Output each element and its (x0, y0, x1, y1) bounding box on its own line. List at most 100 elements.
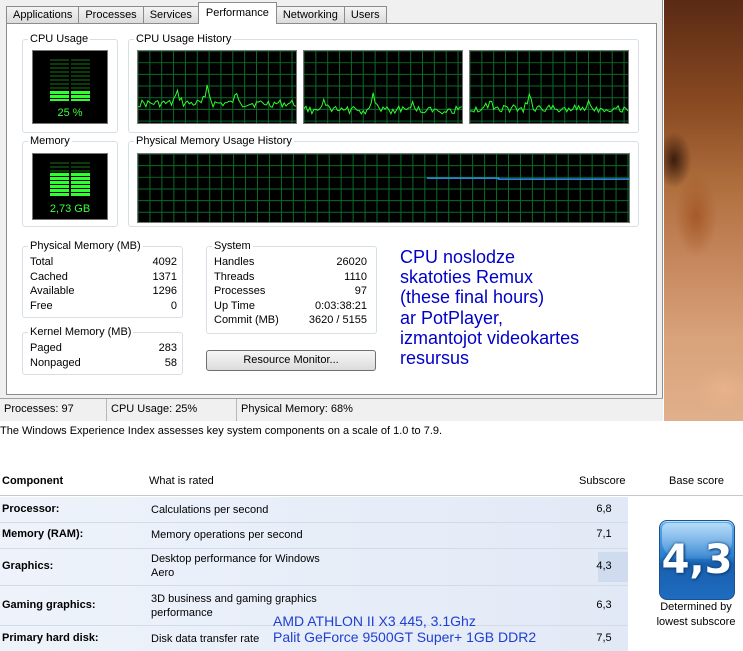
annotation-line: skatoties Remux (400, 267, 534, 288)
memory-history-title: Physical Memory Usage History (134, 135, 294, 148)
row-label: Up Time (214, 299, 255, 312)
component-name: Memory (RAM): (2, 528, 84, 540)
row-label: Total (30, 256, 54, 268)
hardware-gpu-line: Palit GeForce 9500GT Super+ 1GB DDR2 (273, 629, 537, 645)
tab-performance[interactable]: Performance (197, 2, 277, 24)
row-label: Paged (30, 342, 62, 354)
subscore-value: 7,5 (596, 632, 612, 644)
cpu-usage-group: CPU Usage 25 % (22, 33, 118, 133)
annotation-line: (these final hours) (400, 287, 545, 308)
physical-memory-row: Free 0 (30, 299, 177, 314)
rated-description: Desktop performance for Windows Aero (151, 552, 320, 580)
status-bar: Processes: 97 CPU Usage: 25% Physical Me… (0, 398, 663, 421)
base-score-note: Determined by lowest subscore (648, 600, 743, 630)
annotation-text: CPU noslodze skatoties Remux (these fina… (400, 247, 650, 368)
memory-group: Memory 2,73 GB (22, 135, 118, 227)
cpu-usage-meter: 25 % (32, 50, 108, 124)
row-value: 1371 (152, 270, 177, 283)
annotation-line: CPU noslodze (400, 247, 516, 267)
system-row: Up Time 0:03:38:21 (214, 299, 367, 314)
row-label: Free (30, 299, 53, 312)
memory-bars (50, 160, 90, 197)
physical-memory-row: Total 4092 (30, 255, 177, 270)
system-row: Threads 1110 (214, 270, 367, 285)
cpu-history-graph-core-2 (303, 50, 463, 124)
row-label: Processes (214, 285, 266, 298)
meter-divider (69, 160, 71, 197)
physical-memory-row: Cached 1371 (30, 270, 177, 285)
tab-users[interactable]: Users (343, 6, 387, 24)
row-value: 4092 (152, 256, 177, 268)
system-row: Handles 26020 (214, 255, 367, 270)
status-processes: Processes: 97 (0, 399, 107, 421)
memory-history-group: Physical Memory Usage History (128, 135, 639, 227)
wei-table-header: Component What is rated Subscore Base sc… (0, 466, 743, 496)
cpu-history-group: CPU Usage History (128, 33, 639, 133)
status-cpu-usage: CPU Usage: 25% (107, 399, 237, 421)
row-value: 97 (354, 285, 367, 298)
base-score-note-line: lowest subscore (656, 616, 736, 628)
subscore-value: 6,3 (596, 599, 612, 611)
hardware-cpu-line: AMD ATHLON II X3 445, 3.1Ghz (273, 613, 476, 629)
subscore-value: 6,8 (596, 503, 612, 515)
row-value: 283 (158, 342, 177, 354)
hardware-annotation: AMD ATHLON II X3 445, 3.1Ghz Palit GeFor… (273, 613, 536, 645)
tab-applications[interactable]: Applications (6, 6, 80, 24)
physical-memory-list: Total 4092 Cached 1371 Available 1296 Free 0 (30, 255, 177, 313)
memory-title: Memory (28, 135, 72, 148)
rated-description: Calculations per second (151, 504, 269, 516)
component-name: Processor: (2, 503, 60, 515)
row-value: 3620 / 5155 (308, 314, 367, 327)
system-group: System Handles 26020 Threads 1110 Processe… (206, 240, 377, 334)
annotation-line: izmantojot videokartes (400, 327, 580, 348)
meter-divider (69, 57, 71, 101)
system-row: Commit (MB) 3620 / 5155 (214, 313, 367, 328)
rated-description: Disk data transfer rate (151, 633, 260, 645)
system-title: System (212, 240, 253, 253)
base-score-note-line: Determined by (660, 601, 732, 613)
row-value: 0:03:38:21 (315, 299, 367, 312)
wei-intro-text: The Windows Experience Index assesses ke… (0, 425, 443, 437)
physical-memory-title: Physical Memory (MB) (28, 240, 143, 253)
annotation-line: resursus (400, 348, 470, 369)
physical-memory-row: Available 1296 (30, 284, 177, 299)
tab-networking[interactable]: Networking (275, 6, 345, 24)
kernel-memory-list: Paged 283 Nonpaged 58 (30, 341, 177, 370)
row-value: 0 (170, 299, 177, 312)
cpu-history-graph-core-3 (469, 50, 629, 124)
background-photo (664, 0, 743, 421)
base-score-badge: 4,3 (659, 520, 735, 600)
cpu-usage-title: CPU Usage (28, 33, 91, 46)
system-row: Processes 97 (214, 284, 367, 299)
rated-line: Aero (151, 567, 175, 579)
cpu-history-graph-core-1 (137, 50, 297, 124)
kernel-memory-group: Kernel Memory (MB) Paged 283 Nonpaged 58 (22, 326, 183, 375)
kernel-memory-row: Paged 283 (30, 341, 177, 356)
row-label: Commit (MB) (214, 314, 279, 327)
memory-value: 2,73 GB (49, 203, 91, 215)
system-list: Handles 26020 Threads 1110 Processes 97 Up … (214, 255, 367, 328)
header-base-score: Base score (669, 475, 725, 487)
header-component: Component (2, 475, 64, 487)
row-value: 1296 (152, 285, 177, 298)
row-label: Threads (214, 270, 255, 283)
rated-description: Memory operations per second (151, 529, 303, 541)
resource-monitor-button[interactable]: Resource Monitor... (206, 350, 376, 371)
header-subscore: Subscore (579, 475, 626, 487)
tab-strip: Applications Processes Services Performa… (6, 2, 387, 24)
subscore-value: 7,1 (596, 528, 612, 540)
kernel-memory-row: Nonpaged 58 (30, 356, 177, 371)
row-value: 26020 (336, 256, 367, 268)
row-label: Handles (214, 256, 255, 268)
rated-line: 3D business and gaming graphics (151, 593, 317, 605)
row-label: Cached (30, 270, 68, 283)
subscore-value: 4,3 (596, 560, 612, 572)
row-label: Nonpaged (30, 356, 81, 369)
cpu-usage-bars (50, 57, 90, 101)
base-score-value: 4,3 (661, 537, 733, 583)
memory-history-trace (426, 177, 629, 180)
tab-processes[interactable]: Processes (78, 6, 144, 24)
component-name: Gaming graphics: (2, 599, 96, 611)
tab-services[interactable]: Services (142, 6, 199, 24)
memory-history-graph (137, 153, 630, 223)
